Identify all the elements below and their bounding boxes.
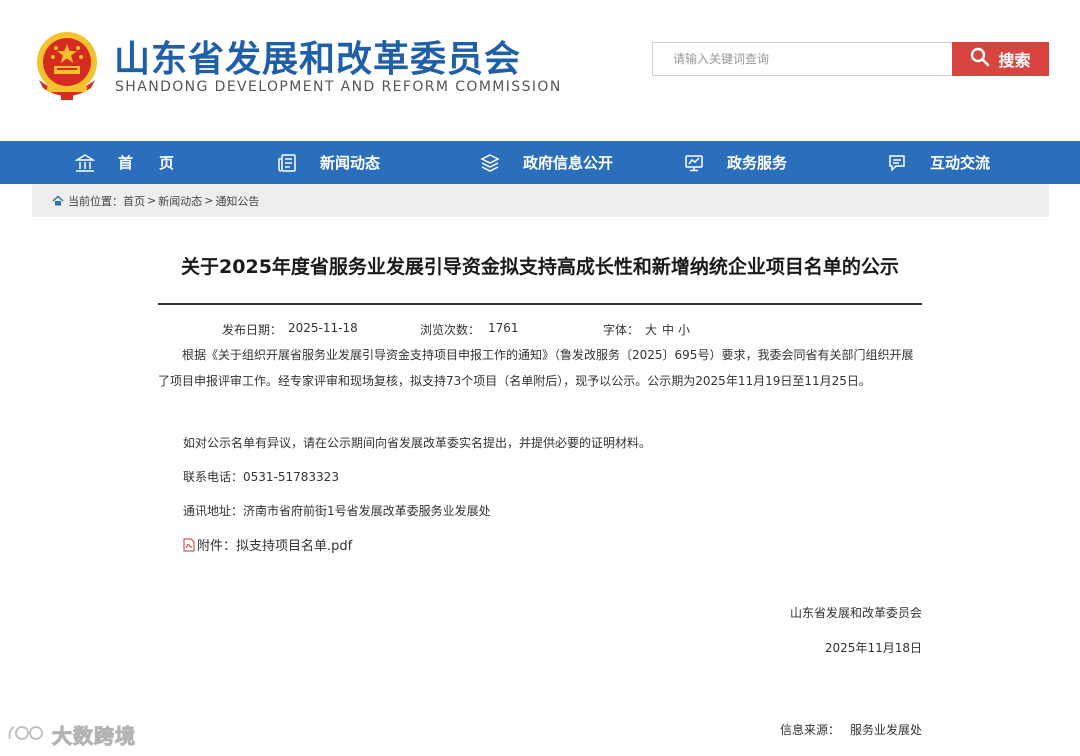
search-button[interactable]: 搜索 xyxy=(952,42,1049,76)
search-box xyxy=(652,42,952,76)
watermark-logo-icon xyxy=(6,721,48,749)
nav-label-news: 新闻动态 xyxy=(320,154,381,172)
monitor-icon xyxy=(683,152,705,174)
nav-item-services[interactable]: 政务服务 xyxy=(683,141,787,184)
nav-label-home: 首页 xyxy=(118,154,201,172)
attachment-link[interactable]: 附件：拟支持项目名单.pdf xyxy=(183,535,352,554)
breadcrumb: 当前位置： 首页 > 新闻动态 > 通知公告 xyxy=(32,184,1049,217)
pdf-icon xyxy=(183,538,195,552)
chat-icon xyxy=(886,152,908,174)
contact-phone: 联系电话：0531-51783323 xyxy=(183,470,339,484)
layers-icon xyxy=(479,152,501,174)
site-title: 山东省发展和改革委员会 xyxy=(114,39,522,80)
signature-org: 山东省发展和改革委员会 xyxy=(789,606,922,620)
breadcrumb-prefix: 当前位置： xyxy=(68,194,123,208)
breadcrumb-separator: > xyxy=(147,194,157,207)
nav-label-gov-info: 政府信息公开 xyxy=(523,154,614,172)
title-divider xyxy=(158,303,922,305)
site-header: 山东省发展和改革委员会 SHANDONG DEVELOPMENT AND REF… xyxy=(0,0,1080,141)
nav-item-gov-info[interactable]: 政府信息公开 xyxy=(479,141,613,184)
breadcrumb-item-home[interactable]: 首页 xyxy=(123,193,145,209)
source-value: 服务业发展处 xyxy=(849,723,922,737)
font-size-medium[interactable]: 中 xyxy=(662,321,674,338)
article-paragraph-2: 如对公示名单有异议，请在公示期间向省发展改革委实名提出，并提供必要的证明材料。 xyxy=(183,436,652,450)
font-size-label: 字体： xyxy=(603,323,640,337)
nav-label-services: 政务服务 xyxy=(727,154,788,172)
attachment-label: 附件：拟支持项目名单.pdf xyxy=(197,539,353,554)
nav-label-interaction: 互动交流 xyxy=(930,154,991,172)
national-emblem-icon xyxy=(33,28,101,102)
mailing-address: 通讯地址：济南市省府前街1号省发展改革委服务业发展处 xyxy=(183,504,491,518)
newspaper-icon xyxy=(276,152,298,174)
site-subtitle: SHANDONG DEVELOPMENT AND REFORM COMMISSI… xyxy=(115,79,562,95)
view-count-label: 浏览次数： xyxy=(420,323,481,337)
search-input[interactable] xyxy=(653,43,952,75)
font-size-large[interactable]: 大 xyxy=(645,321,657,338)
publish-date-label: 发布日期： xyxy=(222,323,283,337)
search-icon xyxy=(970,47,990,71)
home-icon xyxy=(52,195,64,206)
main-nav: 首页 新闻动态 政府信息公开 政务服务 互动交流 xyxy=(0,141,1080,184)
breadcrumb-item-notices[interactable]: 通知公告 xyxy=(215,193,259,209)
watermark: 大数跨境 xyxy=(6,720,136,749)
nav-item-news[interactable]: 新闻动态 xyxy=(276,141,380,184)
search-button-label: 搜索 xyxy=(998,51,1031,70)
breadcrumb-separator: > xyxy=(204,194,214,207)
article-title: 关于2025年度省服务业发展引导资金拟支持高成长性和新增纳统企业项目名单的公示 xyxy=(181,256,899,278)
building-icon xyxy=(74,152,96,174)
source-label: 信息来源： xyxy=(779,723,840,737)
article-paragraph-1: 根据《关于组织开展省服务业发展引导资金支持项目申报工作的通知》（鲁发改服务〔20… xyxy=(158,348,914,388)
watermark-text: 大数跨境 xyxy=(52,724,136,749)
breadcrumb-item-news[interactable]: 新闻动态 xyxy=(158,193,202,209)
publish-date: 2025-11-18 xyxy=(288,321,358,335)
info-source: 信息来源： 服务业发展处 xyxy=(780,721,922,738)
nav-item-home[interactable]: 首页 xyxy=(74,141,200,184)
nav-item-interaction[interactable]: 互动交流 xyxy=(886,141,990,184)
signature-date: 2025年11月18日 xyxy=(824,641,922,655)
view-count: 1761 xyxy=(488,321,519,335)
font-size-small[interactable]: 小 xyxy=(678,321,690,338)
